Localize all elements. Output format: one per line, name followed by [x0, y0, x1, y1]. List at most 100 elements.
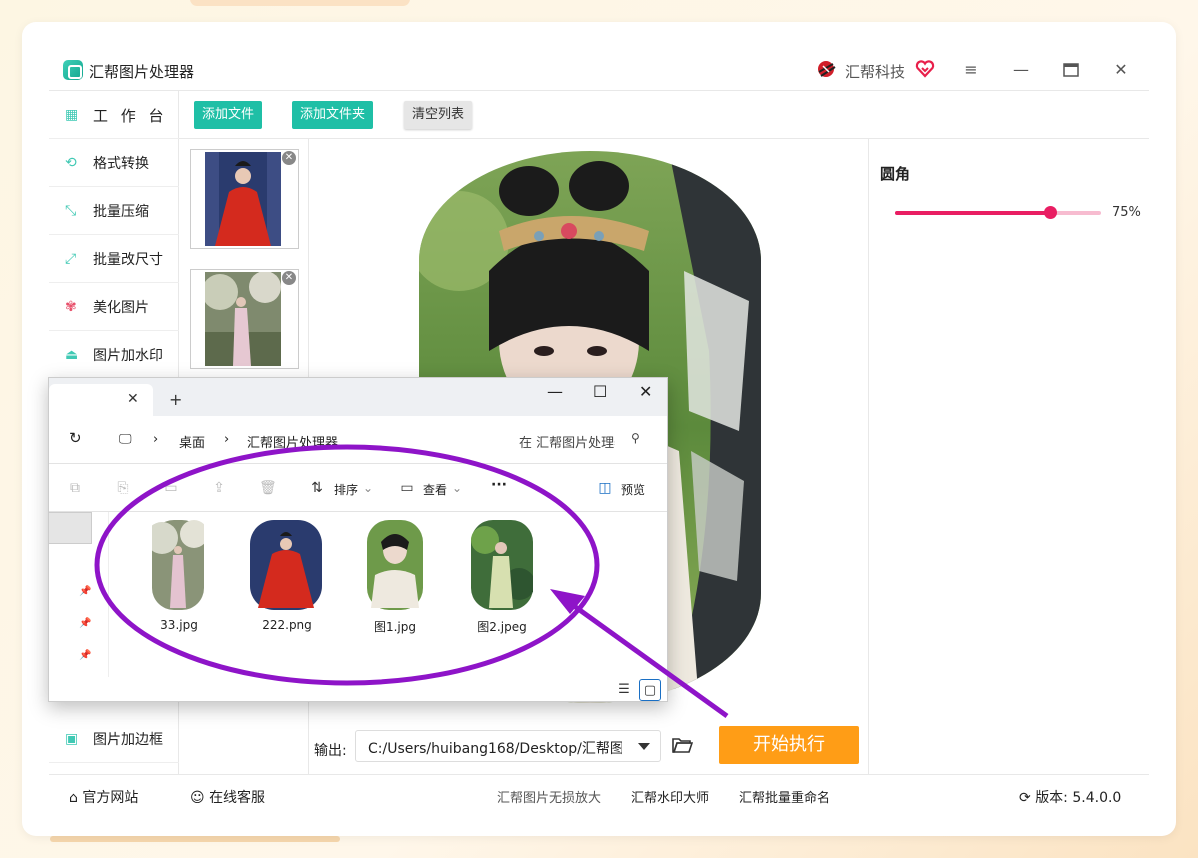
file-explorer-window: ✕ + — ☐ ✕ ↻ 🖵 › 桌面 › 汇帮图片处理器 在 汇帮图片处理器 中…: [48, 377, 668, 702]
close-icon[interactable]: ✕: [639, 382, 652, 401]
output-path-select[interactable]: C:/Users/huibang168/Desktop/汇帮图片处理器: [355, 730, 661, 762]
new-tab-icon[interactable]: +: [169, 390, 182, 409]
website-link[interactable]: ⌂ 官方网站: [69, 787, 138, 807]
corner-radius-slider[interactable]: [895, 206, 1101, 219]
brand-name: 汇帮科技: [845, 63, 906, 81]
refresh-icon[interactable]: ↻: [69, 429, 82, 447]
view-icon[interactable]: ▭: [399, 480, 415, 496]
background-decoration: [50, 836, 340, 842]
sort-icon[interactable]: ⇅: [309, 480, 325, 496]
file-thumbnail-image: [471, 520, 533, 610]
sidebar-item-label: 美化图片: [93, 300, 149, 316]
watermark-icon: ⏏: [65, 347, 79, 363]
output-label: 输出:: [314, 743, 347, 759]
vip-heart-icon[interactable]: [915, 59, 935, 79]
explorer-status-bar: ☰ ▢: [49, 677, 667, 703]
sidebar-item-compress[interactable]: ⤡ 批量压缩: [49, 187, 179, 235]
pin-icon[interactable]: 📌: [79, 650, 91, 661]
pin-icon[interactable]: 📌: [79, 586, 91, 597]
file-item[interactable]: 图1.jpg: [365, 520, 425, 640]
file-name: 222.png: [262, 618, 312, 632]
remove-file-icon[interactable]: ✕: [282, 151, 296, 165]
sort-button[interactable]: 排序: [334, 481, 358, 498]
paste-icon[interactable]: ⎘: [115, 480, 131, 496]
support-link[interactable]: ☺ 在线客服: [190, 787, 265, 807]
explorer-tab[interactable]: ✕: [49, 384, 153, 416]
resize-icon: ⤢: [65, 251, 77, 267]
preview-button[interactable]: 预览: [621, 481, 645, 498]
beautify-icon: ✾: [65, 299, 77, 315]
footer-link-rename[interactable]: 汇帮批量重命名: [739, 787, 830, 806]
sidebar-item-resize[interactable]: ⤢ 批量改尺寸: [49, 235, 179, 283]
thumbnail-image: [205, 272, 281, 366]
chevron-down-icon: ⌄: [363, 481, 374, 495]
sidebar-item-beautify[interactable]: ✾ 美化图片: [49, 283, 179, 331]
sidebar-item-format-convert[interactable]: ⟲ 格式转换: [49, 139, 179, 187]
file-thumbnail[interactable]: ✕: [190, 269, 299, 369]
details-view-icon[interactable]: ☰: [613, 679, 635, 701]
preview-pane-icon[interactable]: ◫: [597, 480, 613, 496]
sidebar-item-watermark[interactable]: ⏏ 图片加水印: [49, 331, 179, 379]
background-decoration: [190, 0, 410, 6]
clear-list-button[interactable]: 清空列表: [404, 101, 473, 129]
file-item[interactable]: 图2.jpeg: [469, 520, 535, 640]
large-icons-view-icon[interactable]: ▢: [639, 679, 661, 701]
minimize-icon[interactable]: —: [547, 382, 563, 401]
compress-icon: ⤡: [65, 203, 77, 219]
start-button[interactable]: 开始执行: [719, 726, 859, 764]
file-item[interactable]: 222.png: [247, 520, 327, 640]
breadcrumb-desktop[interactable]: 桌面: [179, 432, 205, 451]
sidebar-item-label: 图片加边框: [93, 732, 163, 748]
version-info: ⟳ 版本: 5.4.0.0: [1019, 787, 1121, 807]
rename-icon[interactable]: ▭: [163, 480, 179, 496]
app-logo-icon: [63, 60, 83, 80]
sidebar-item-label: 批量改尺寸: [93, 252, 163, 268]
explorer-command-bar: ⧉ ⎘ ▭ ⇪ 🗑 ⇅ 排序 ⌄ ▭ 查看 ⌄ ··· ◫ 预览: [49, 464, 667, 512]
file-name: 图2.jpeg: [477, 620, 527, 634]
breadcrumb-folder[interactable]: 汇帮图片处理器: [247, 432, 338, 451]
sidebar-item-label: 批量压缩: [93, 204, 149, 220]
maximize-icon[interactable]: ☐: [593, 382, 607, 401]
workbench-icon: ▦: [65, 107, 79, 123]
minimize-icon[interactable]: —: [1011, 60, 1031, 80]
close-tab-icon[interactable]: ✕: [127, 391, 139, 407]
computer-icon[interactable]: 🖵: [119, 432, 132, 447]
version-label: 版本: 5.4.0.0: [1035, 790, 1122, 806]
file-item[interactable]: 33.jpg: [149, 520, 209, 640]
open-folder-icon[interactable]: [671, 734, 693, 756]
explorer-search-input[interactable]: 在 汇帮图片处理器 中搜索 ⚲: [511, 424, 659, 454]
remove-file-icon[interactable]: ✕: [282, 271, 296, 285]
view-button[interactable]: 查看: [423, 481, 447, 498]
app-title: 汇帮图片处理器: [89, 63, 195, 81]
copy-icon[interactable]: ⧉: [67, 480, 83, 496]
footer-link-watermark[interactable]: 汇帮水印大师: [631, 787, 709, 806]
settings-panel: 圆角 75%: [869, 139, 1149, 774]
maximize-icon[interactable]: [1061, 60, 1081, 80]
menu-icon[interactable]: ≡: [961, 60, 981, 80]
refresh-icon[interactable]: ⟳: [1019, 790, 1031, 806]
footer: ⌂ 官方网站 ☺ 在线客服 汇帮图片无损放大 汇帮水印大师 汇帮批量重命名 ⟳ …: [49, 774, 1149, 818]
sidebar-item-workbench[interactable]: ▦ 工 作 台: [49, 91, 179, 139]
convert-icon: ⟲: [65, 155, 77, 171]
add-folder-button[interactable]: 添加文件夹: [292, 101, 374, 129]
brand-logo-icon: [818, 61, 836, 77]
delete-icon[interactable]: 🗑: [259, 480, 277, 496]
pin-icon[interactable]: 📌: [79, 618, 91, 629]
slider-handle[interactable]: [1043, 206, 1057, 219]
file-thumbnail[interactable]: ✕: [190, 149, 299, 249]
thumbnail-image: [205, 152, 281, 246]
close-icon[interactable]: ✕: [1111, 60, 1131, 80]
file-thumbnail-image: [367, 520, 423, 610]
chevron-right-icon: ›: [224, 432, 230, 447]
footer-link-upscale[interactable]: 汇帮图片无损放大: [497, 787, 601, 806]
sidebar-item-border[interactable]: ▣ 图片加边框: [49, 715, 179, 763]
support-agent-icon: ☺: [190, 790, 205, 806]
chevron-down-icon: [638, 743, 650, 750]
support-label: 在线客服: [209, 790, 266, 806]
share-icon[interactable]: ⇪: [211, 480, 227, 496]
home-icon: ⌂: [69, 790, 78, 806]
sidebar-selected-item[interactable]: [49, 512, 92, 544]
add-file-button[interactable]: 添加文件: [194, 101, 263, 129]
search-placeholder: 在 汇帮图片处理器 中搜索: [519, 436, 615, 451]
more-options-icon[interactable]: ···: [491, 477, 507, 493]
